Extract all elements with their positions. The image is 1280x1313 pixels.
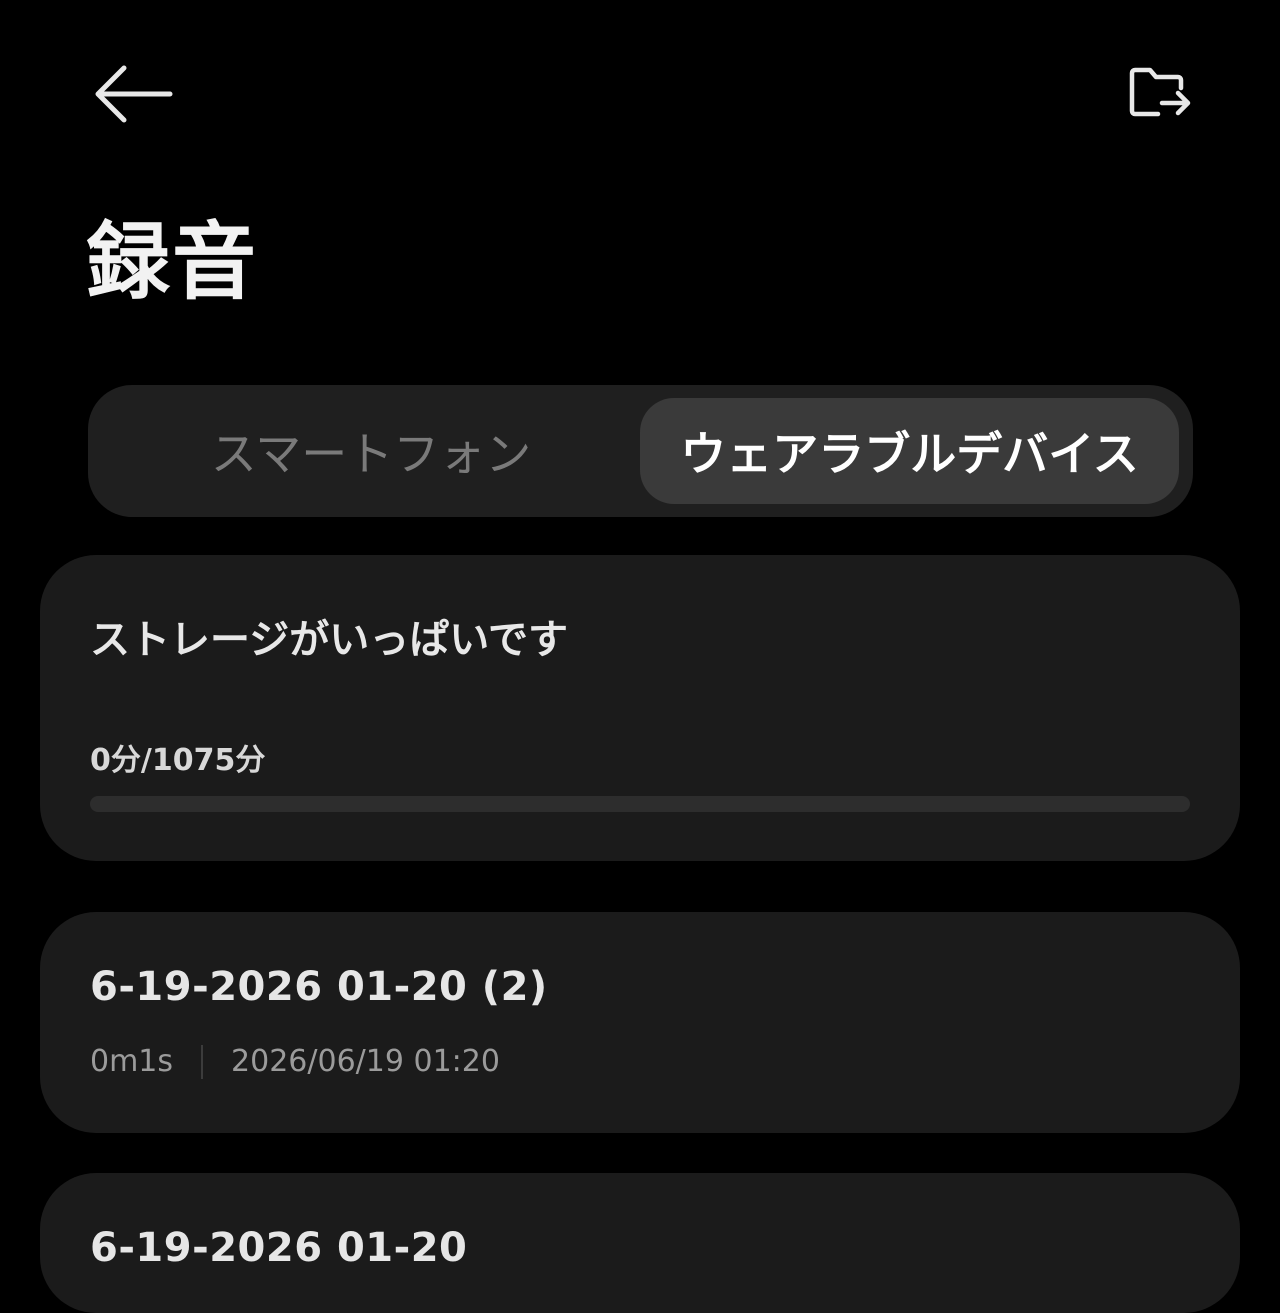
export-button[interactable]: [1112, 50, 1208, 138]
recording-meta: 0m1s 2026/06/19 01:20: [90, 1044, 500, 1079]
arrow-left-icon: [95, 65, 173, 123]
recording-datetime: 2026/06/19 01:20: [231, 1044, 500, 1079]
storage-progress-bar: [90, 796, 1190, 812]
recording-item[interactable]: 6-19-2026 01-20 (2) 0m1s 2026/06/19 01:2…: [40, 912, 1240, 1133]
device-segmented-control: スマートフォン ウェアラブルデバイス: [88, 385, 1193, 517]
tab-wearable-device[interactable]: ウェアラブルデバイス: [640, 398, 1179, 504]
back-button[interactable]: [80, 50, 184, 138]
recording-name: 6-19-2026 01-20: [90, 1225, 468, 1271]
storage-card: ストレージがいっぱいです 0分/1075分: [40, 555, 1240, 861]
storage-usage-text: 0分/1075分: [90, 743, 266, 778]
recording-name: 6-19-2026 01-20 (2): [90, 964, 548, 1010]
folder-export-icon: [1129, 67, 1191, 117]
top-app-bar: [0, 0, 1280, 190]
meta-divider: [201, 1044, 204, 1079]
page-title: 録音: [86, 213, 259, 311]
tab-smartphone[interactable]: スマートフォン: [102, 398, 640, 504]
storage-status-title: ストレージがいっぱいです: [90, 617, 568, 663]
recording-duration: 0m1s: [90, 1044, 174, 1079]
recording-item[interactable]: 6-19-2026 01-20: [40, 1173, 1240, 1313]
